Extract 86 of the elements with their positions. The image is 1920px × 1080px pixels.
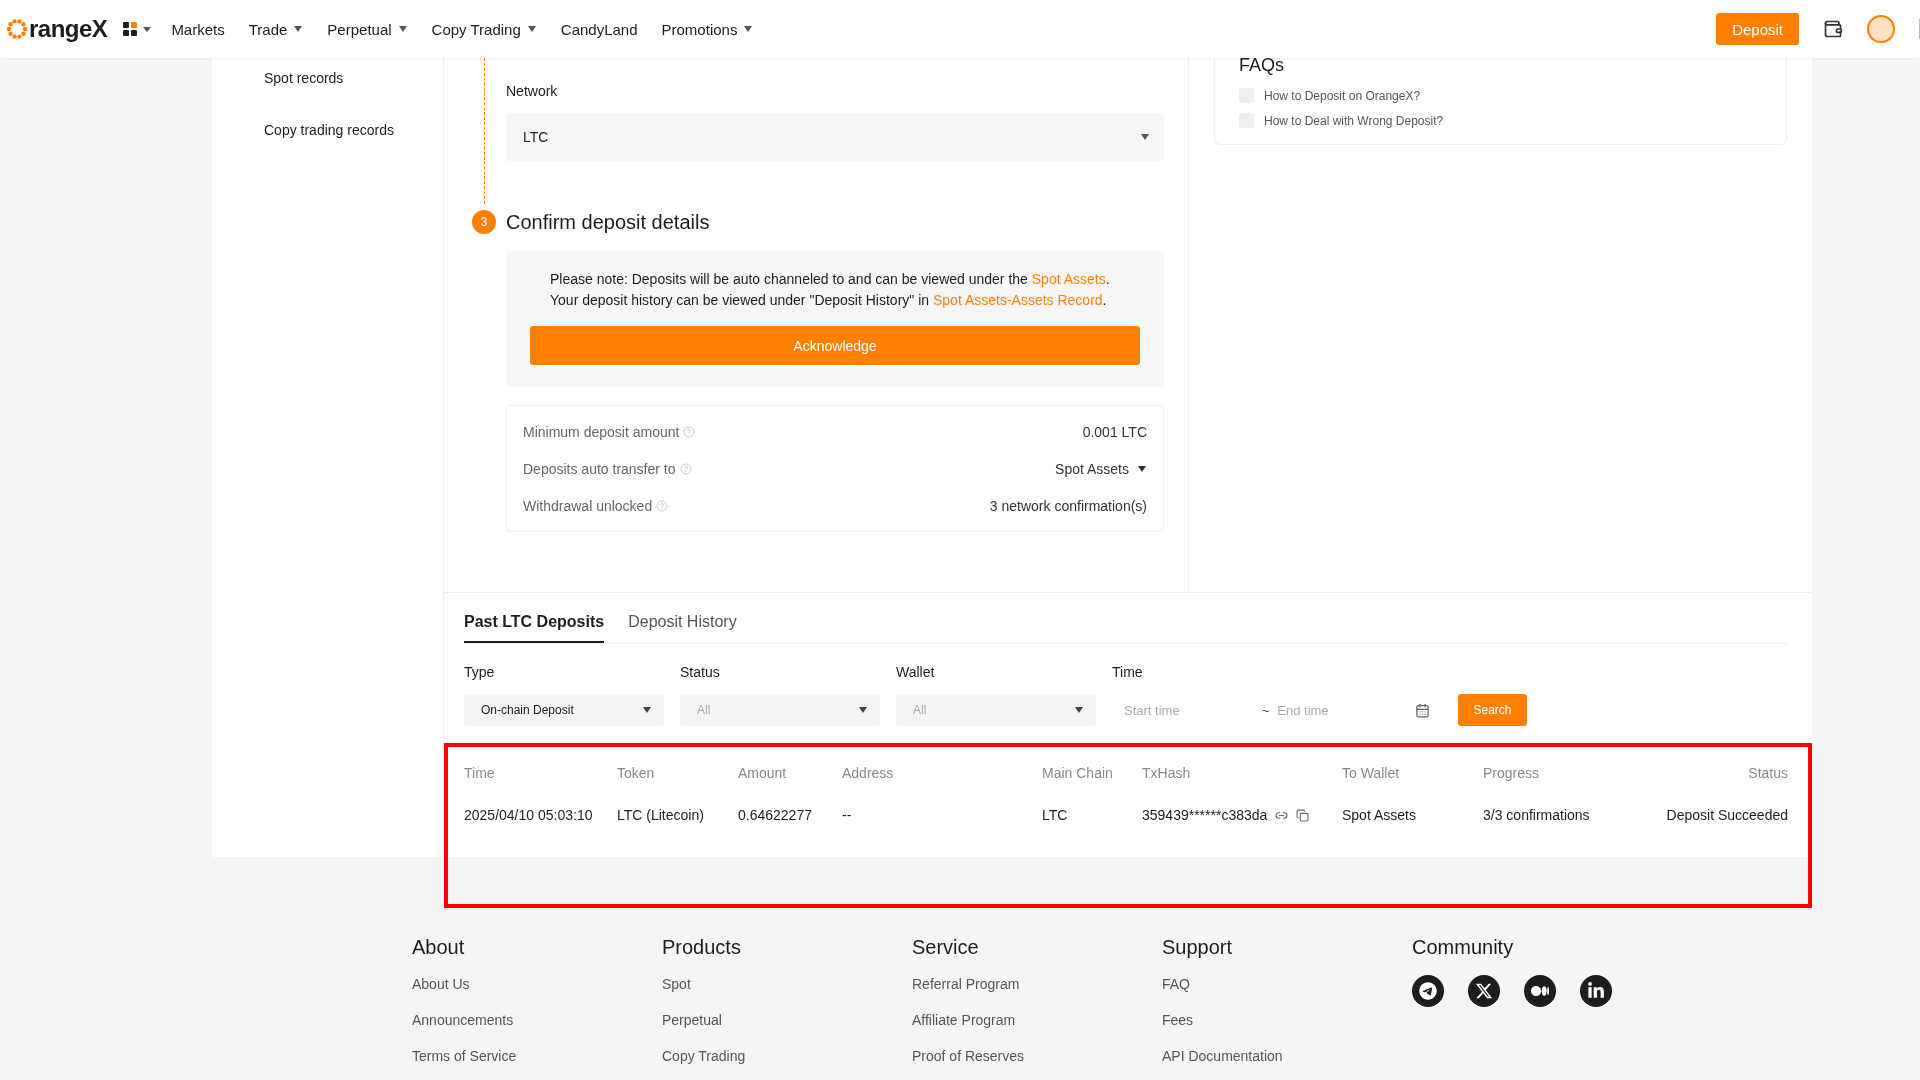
footer-heading: Products <box>662 935 742 959</box>
footer-link[interactable]: Perpetual <box>662 1011 912 1047</box>
logo-ring-icon <box>6 18 28 40</box>
caret-icon <box>642 706 652 714</box>
column-header: Progress <box>1483 765 1541 781</box>
apps-grid-icon[interactable] <box>123 21 154 37</box>
footer-link[interactable]: Referral Program <box>912 975 1162 1011</box>
footer-link[interactable]: Fees <box>1162 1011 1412 1047</box>
detail-label: Minimum deposit amount <box>523 423 680 440</box>
copy-icon[interactable] <box>1296 808 1310 822</box>
step-title: Confirm deposit details <box>506 211 711 235</box>
table-cell-text: Deposit Succeeded <box>1665 807 1788 823</box>
table-cell-text: 0.64622277 <box>738 807 813 823</box>
field-label: Network <box>506 83 559 99</box>
range-separator: ~ <box>1261 702 1270 718</box>
caret-icon <box>526 25 537 33</box>
notice-text: Please note: Deposits will be auto channeled to and can be viewed under the Spot Assets. <box>549 270 1111 289</box>
column-header: Time <box>464 765 496 781</box>
nav-link[interactable]: Promotions <box>661 20 754 38</box>
footer-link[interactable]: Affiliate Program <box>912 1011 1162 1047</box>
nav-link[interactable]: Markets <box>171 20 225 38</box>
filter-label: Status <box>680 664 721 680</box>
filter-label: Wallet <box>896 664 936 680</box>
sidebar-item[interactable]: Copy trading records <box>264 114 443 138</box>
nav-link[interactable]: Trade <box>248 20 304 38</box>
x-icon[interactable] <box>1468 975 1500 1007</box>
column-header: Main Chain <box>1042 765 1114 781</box>
column-header: Token <box>617 765 656 781</box>
caret-icon <box>743 25 754 33</box>
linkedin-icon[interactable] <box>1580 975 1612 1007</box>
filter-label: Time <box>1112 664 1144 680</box>
footer-link[interactable]: Terms of Service <box>412 1047 662 1080</box>
column-header: Status <box>1747 765 1788 781</box>
medium-icon[interactable] <box>1524 975 1556 1007</box>
column-header: Address <box>842 765 895 781</box>
calendar-icon[interactable] <box>1415 702 1430 718</box>
faq-title: FAQs <box>1239 58 1285 77</box>
nav-link[interactable]: CandyLand <box>560 20 638 38</box>
wallet-icon[interactable] <box>1823 19 1843 39</box>
caret-icon <box>1140 133 1150 141</box>
nav-link[interactable]: Perpetual <box>327 20 408 38</box>
tab[interactable]: Deposit History <box>628 613 737 643</box>
sidebar-item[interactable]: Spot records <box>264 62 443 86</box>
table-cell-text: Spot Assets <box>1342 807 1417 823</box>
nav-link[interactable]: Copy Trading <box>431 20 537 38</box>
notice-text: Your deposit history can be viewed under "Deposit History" in Spot Assets-Assets Record. <box>549 291 1108 310</box>
column-header: Amount <box>738 765 788 781</box>
step-number: 3 <box>472 210 496 234</box>
filter-select[interactable]: On-chain Deposit <box>464 694 664 726</box>
faq-question[interactable]: How to Deal with Wrong Deposit? <box>1264 113 1444 128</box>
footer-link[interactable]: API Documentation <box>1162 1047 1412 1080</box>
footer-link[interactable]: Spot <box>662 975 912 1011</box>
footer-link[interactable]: Proof of Reserves <box>912 1047 1162 1080</box>
tab[interactable]: Past LTC Deposits <box>464 613 605 643</box>
caret-icon <box>397 25 408 33</box>
column-header: To Wallet <box>1342 765 1401 781</box>
footer-heading: Service <box>912 935 980 959</box>
network-select[interactable]: LTC <box>506 113 1164 161</box>
footer-heading: Community <box>1412 935 1515 959</box>
footer-heading: About <box>412 935 466 959</box>
filter-label: Type <box>464 664 496 680</box>
table-cell: 359439******c383da <box>1142 807 1268 823</box>
avatar[interactable] <box>1867 15 1895 43</box>
caret-icon <box>858 706 868 714</box>
table-cell-text: 2025/04/10 05:03:10 <box>464 807 594 823</box>
table-cell-text: LTC <box>1042 807 1069 823</box>
caret-icon <box>293 25 304 33</box>
footer-link[interactable]: FAQ <box>1162 975 1412 1011</box>
footer-link[interactable]: Announcements <box>412 1011 662 1047</box>
detail-value[interactable]: Spot Assets <box>1055 460 1129 477</box>
footer-heading: Support <box>1162 935 1234 959</box>
table-cell-text: -- <box>842 807 853 823</box>
table-cell-text: LTC (Litecoin) <box>617 807 705 823</box>
footer-link[interactable]: About Us <box>412 975 662 1011</box>
faq-question[interactable]: How to Deposit on OrangeX? <box>1264 88 1421 103</box>
logo-text[interactable]: rangeX <box>29 15 108 43</box>
caret-icon <box>1137 464 1147 473</box>
detail-value: 3 network confirmation(s) <box>989 497 1147 514</box>
telegram-icon[interactable] <box>1412 975 1444 1007</box>
detail-value: 0.001 LTC <box>1082 423 1147 440</box>
footer-link[interactable]: Copy Trading <box>662 1047 912 1080</box>
column-header: TxHash <box>1142 765 1192 781</box>
detail-label: Deposits auto transfer to <box>523 460 676 477</box>
detail-label: Withdrawal unlocked <box>523 497 653 514</box>
table-cell-text: 3/3 confirmations <box>1483 807 1591 823</box>
caret-icon <box>1074 706 1084 714</box>
